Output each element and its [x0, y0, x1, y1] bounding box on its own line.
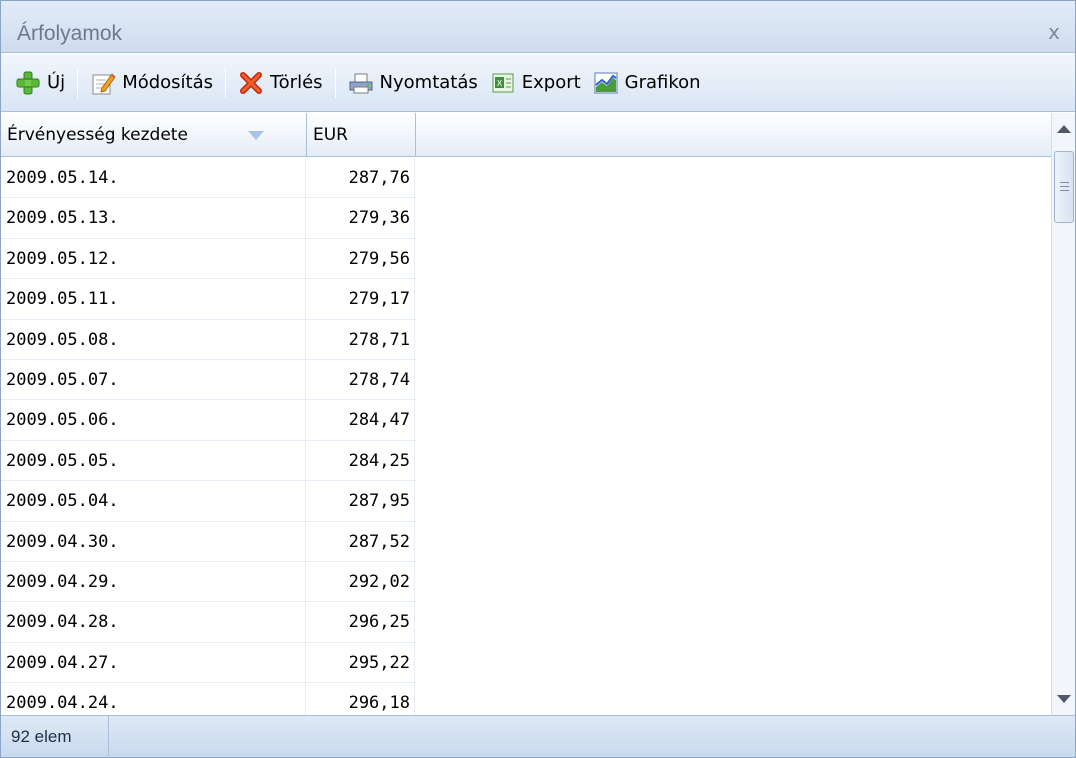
close-button[interactable]: x — [1041, 19, 1067, 45]
eur-cell: 287,52 — [306, 521, 415, 561]
table-row[interactable]: 2009.05.07. 278,74 — [1, 359, 417, 401]
column-header-eur[interactable]: EUR — [307, 113, 416, 157]
scroll-up-arrow-icon[interactable] — [1057, 125, 1071, 133]
toolbar: Új Módosítás Törlés Nyomtatás X Export G… — [1, 54, 1075, 112]
date-cell: 2009.05.13. — [1, 198, 306, 238]
column-header-eur-label: EUR — [313, 125, 348, 145]
date-cell: 2009.05.14. — [1, 158, 306, 198]
date-cell: 2009.05.11. — [1, 279, 306, 319]
column-header-date[interactable]: Érvényesség kezdete — [1, 113, 307, 157]
table-row[interactable]: 2009.05.06. 284,47 — [1, 400, 417, 441]
delete-button-label: Törlés — [270, 72, 323, 93]
table-row[interactable]: 2009.04.27. 295,22 — [1, 642, 417, 684]
edit-icon — [90, 70, 116, 96]
rates-window: Árfolyamok x Új Módosítás Törlés Nyomtat… — [0, 0, 1076, 758]
print-button[interactable]: Nyomtatás — [342, 64, 484, 102]
delete-button[interactable]: Törlés — [232, 64, 329, 102]
table-row[interactable]: 2009.05.11. 279,17 — [1, 279, 417, 320]
rates-grid: Érvényesség kezdete EUR 2009.05.14. 287,7… — [1, 113, 1075, 724]
excel-icon: X — [490, 70, 516, 96]
table-row[interactable]: 2009.05.12. 279,56 — [1, 238, 417, 280]
item-count: 92 elem — [1, 716, 109, 758]
date-cell: 2009.04.29. — [1, 561, 306, 602]
table-row[interactable]: 2009.05.08. 278,71 — [1, 319, 417, 360]
date-cell: 2009.05.07. — [1, 359, 306, 400]
window-title: Árfolyamok — [17, 22, 123, 45]
eur-cell: 284,47 — [306, 400, 415, 440]
chart-icon — [593, 70, 619, 96]
eur-cell: 279,17 — [306, 279, 415, 319]
scroll-down-arrow-icon[interactable] — [1057, 695, 1071, 703]
table-row[interactable]: 2009.04.28. 296,25 — [1, 602, 417, 643]
toolbar-separator — [225, 67, 227, 98]
eur-cell: 278,71 — [306, 319, 415, 359]
date-cell: 2009.04.28. — [1, 602, 306, 642]
table-row[interactable]: 2009.05.05. 284,25 — [1, 440, 417, 482]
title-bar: Árfolyamok x — [1, 1, 1075, 53]
table-row[interactable]: 2009.04.29. 292,02 — [1, 561, 417, 603]
toolbar-separator — [77, 67, 79, 98]
date-cell: 2009.05.12. — [1, 238, 306, 279]
chart-button[interactable]: Grafikon — [587, 64, 707, 102]
status-bar: 92 elem — [1, 715, 1075, 758]
grid-header: Érvényesség kezdete EUR — [1, 113, 1051, 157]
eur-cell: 284,25 — [306, 440, 415, 481]
edit-button[interactable]: Módosítás — [84, 64, 219, 102]
grip-icon — [1060, 182, 1069, 191]
plus-icon — [15, 70, 41, 96]
column-header-date-label: Érvényesség kezdete — [7, 125, 188, 145]
eur-cell: 296,25 — [306, 602, 415, 642]
date-cell: 2009.05.04. — [1, 481, 306, 521]
grid-rows: 2009.05.14. 287,76 2009.05.13. 279,36 2009.0… — [1, 158, 417, 724]
sort-descending-icon — [248, 131, 264, 140]
toolbar-separator — [334, 67, 336, 98]
eur-cell: 278,74 — [306, 359, 415, 400]
print-button-label: Nyomtatás — [379, 72, 478, 93]
date-cell: 2009.05.06. — [1, 400, 306, 440]
date-cell: 2009.05.08. — [1, 319, 306, 359]
date-cell: 2009.05.05. — [1, 440, 306, 481]
vertical-scrollbar[interactable] — [1051, 113, 1075, 715]
table-row[interactable]: 2009.05.04. 287,95 — [1, 481, 417, 522]
eur-cell: 287,95 — [306, 481, 415, 521]
eur-cell: 279,36 — [306, 198, 415, 238]
table-row[interactable]: 2009.04.30. 287,52 — [1, 521, 417, 562]
eur-cell: 295,22 — [306, 642, 415, 683]
eur-cell: 292,02 — [306, 561, 415, 602]
edit-button-label: Módosítás — [122, 72, 214, 93]
export-button-label: Export — [521, 72, 581, 93]
delete-icon — [238, 70, 264, 96]
eur-cell: 279,56 — [306, 238, 415, 279]
chart-button-label: Grafikon — [624, 72, 701, 93]
date-cell: 2009.04.30. — [1, 521, 306, 561]
printer-icon — [348, 70, 374, 96]
table-row[interactable]: 2009.05.14. 287,76 — [1, 158, 417, 199]
table-row[interactable]: 2009.05.13. 279,36 — [1, 198, 417, 239]
date-cell: 2009.04.27. — [1, 642, 306, 683]
scrollbar-thumb[interactable] — [1054, 151, 1074, 223]
eur-cell: 287,76 — [306, 158, 415, 198]
new-button[interactable]: Új — [9, 64, 71, 102]
new-button-label: Új — [47, 72, 66, 93]
export-button[interactable]: X Export — [484, 64, 587, 102]
svg-text:X: X — [497, 79, 503, 88]
